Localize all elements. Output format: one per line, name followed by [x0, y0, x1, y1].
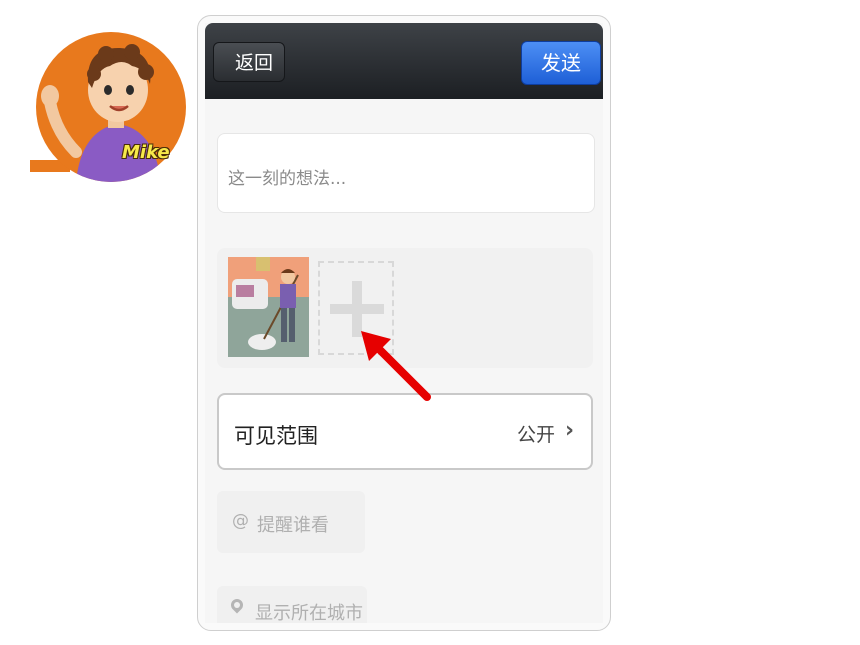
remind-label: 提醒谁看: [257, 515, 329, 536]
phone-frame: 返回 发送 这一刻的想法... 可见范围 公开 › @ 提醒谁看 显示所在城市: [197, 15, 611, 631]
plus-icon-bar: [330, 304, 384, 314]
photo-thumbnail[interactable]: [228, 257, 309, 357]
back-button[interactable]: 返回: [205, 41, 285, 84]
remind-button[interactable]: @ 提醒谁看: [217, 491, 365, 553]
show-city-label: 显示所在城市: [255, 603, 363, 623]
red-arrow-annotation: [361, 331, 431, 401]
thought-input[interactable]: 这一刻的想法...: [217, 133, 595, 213]
mopping-boy-image: [228, 257, 309, 357]
chevron-right-icon: ›: [565, 418, 575, 443]
location-pin-icon: [228, 596, 246, 614]
visibility-label: 可见范围: [234, 424, 318, 448]
at-icon: @: [232, 511, 249, 531]
avatar-name-label: Mike: [122, 142, 170, 163]
send-button[interactable]: 发送: [521, 41, 601, 85]
back-button-label: 返回: [234, 52, 273, 74]
visibility-value: 公开: [517, 424, 556, 446]
avatar-mike: Mike: [30, 30, 190, 185]
nav-bar: 返回 发送: [205, 23, 603, 99]
compose-screen: 返回 发送 这一刻的想法... 可见范围 公开 › @ 提醒谁看 显示所在城市: [205, 23, 603, 623]
thought-placeholder: 这一刻的想法...: [228, 169, 347, 189]
show-city-button[interactable]: 显示所在城市: [217, 586, 367, 623]
